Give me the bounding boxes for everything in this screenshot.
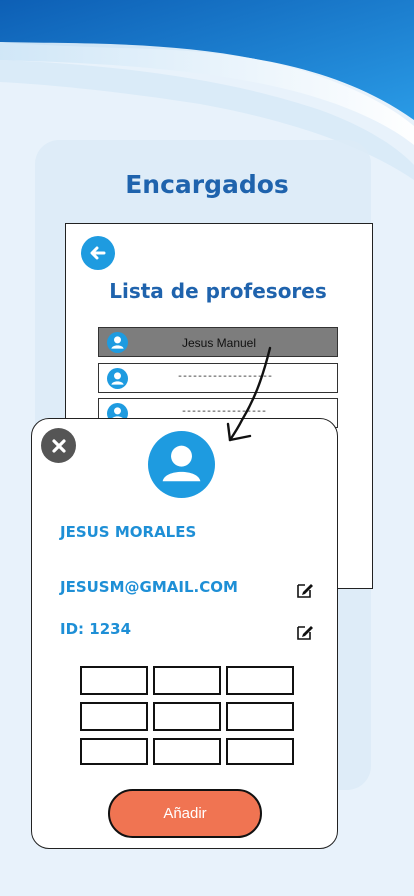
grid-cell[interactable] <box>80 702 148 731</box>
edit-email-icon[interactable] <box>296 581 314 599</box>
grid-cell[interactable] <box>153 702 221 731</box>
user-circle-icon <box>107 368 128 389</box>
grid-cell[interactable] <box>80 738 148 765</box>
grid-cell[interactable] <box>226 666 294 695</box>
teacher-email: JESUSM@GMAIL.COM <box>60 578 238 596</box>
grid-cell[interactable] <box>153 666 221 695</box>
back-button[interactable] <box>81 236 115 270</box>
close-circle-icon <box>51 438 66 453</box>
arrow-left-circle-icon <box>90 246 106 260</box>
teacher-full-name: JESUS MORALES <box>60 523 197 541</box>
page-title: Encargados <box>125 170 289 199</box>
grid-cell[interactable] <box>153 738 221 765</box>
grid-cell[interactable] <box>226 738 294 765</box>
edit-id-icon[interactable] <box>296 623 314 641</box>
flow-arrow-annotation <box>226 346 272 442</box>
list-title: Lista de profesores <box>109 279 327 303</box>
teacher-id: ID: 1234 <box>60 620 132 638</box>
grid-cell[interactable] <box>226 702 294 731</box>
add-button[interactable]: Añadir <box>108 789 262 838</box>
grid-cell[interactable] <box>80 666 148 695</box>
schedule-grid <box>80 666 295 766</box>
close-button[interactable] <box>41 428 76 463</box>
